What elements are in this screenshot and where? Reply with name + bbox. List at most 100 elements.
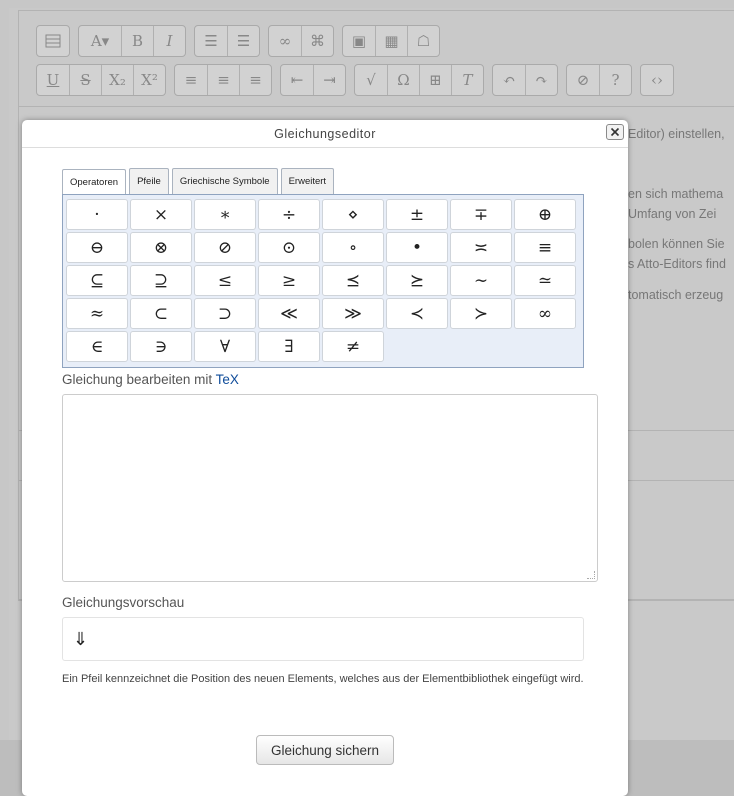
close-icon [610, 127, 620, 137]
outdent-icon[interactable]: ⇤ [281, 65, 313, 95]
toolbar-group: ⇤ ⇥ [280, 64, 346, 96]
equation-icon[interactable]: √ [355, 65, 387, 95]
editor-toolbar: A▾ B I ☰ ☰ ∞ ⌘ ▣ ▦ ☖ U S X₂ X² ≡ ≡ ≡ ⇤ ⇥… [19, 11, 734, 107]
equation-preview: ⇓ [62, 617, 584, 661]
symbol-button[interactable]: ∗ [194, 199, 256, 230]
symbol-button[interactable]: ⊘ [194, 232, 256, 263]
accessibility-icon[interactable]: ⊘ [567, 65, 599, 95]
tab-arrows[interactable]: Pfeile [129, 168, 169, 195]
strikethrough-icon[interactable]: S [69, 65, 101, 95]
special-char-icon[interactable]: Ω [387, 65, 419, 95]
underline-icon[interactable]: U [37, 65, 69, 95]
symbol-button[interactable]: ∓ [450, 199, 512, 230]
resize-handle[interactable] [587, 571, 595, 579]
symbol-button[interactable]: ⊃ [194, 298, 256, 329]
toolbar-group: ⊘ ? [566, 64, 632, 96]
save-equation-button[interactable]: Gleichung sichern [256, 735, 394, 765]
align-center-icon[interactable]: ≡ [207, 65, 239, 95]
tab-greek-symbols[interactable]: Griechische Symbole [171, 168, 278, 195]
toolbar-row-2: U S X₂ X² ≡ ≡ ≡ ⇤ ⇥ √ Ω ⊞ T ↶ ↷ ⊘ ? ‹› [36, 64, 682, 96]
symbol-button[interactable]: ≫ [322, 298, 384, 329]
symbol-button[interactable]: ∈ [66, 331, 128, 362]
align-left-icon[interactable]: ≡ [175, 65, 207, 95]
toolbar-group: ‹› [640, 64, 674, 96]
symbol-button[interactable]: ≍ [450, 232, 512, 263]
toolbar-group: ≡ ≡ ≡ [174, 64, 272, 96]
undo-icon[interactable]: ↶ [493, 65, 525, 95]
italic-icon[interactable]: I [153, 26, 185, 56]
symbol-button[interactable]: ⊆ [66, 265, 128, 296]
symbol-button[interactable]: ≺ [386, 298, 448, 329]
align-right-icon[interactable]: ≡ [239, 65, 271, 95]
symbol-button[interactable]: ⊖ [66, 232, 128, 263]
equation-textarea[interactable] [62, 394, 598, 582]
toolbar-group: ▣ ▦ ☖ [342, 25, 440, 57]
bold-icon[interactable]: B [121, 26, 153, 56]
indent-icon[interactable]: ⇥ [313, 65, 345, 95]
symbol-button[interactable]: ∋ [130, 331, 192, 362]
symbol-button[interactable]: ⋄ [322, 199, 384, 230]
tex-link[interactable]: TeX [216, 372, 239, 387]
equation-editor-dialog: Gleichungseditor Operatoren Pfeile Griec… [22, 120, 628, 796]
edit-equation-label: Gleichung bearbeiten mit TeX [62, 372, 239, 387]
media-icon[interactable]: ▦ [375, 26, 407, 56]
symbol-button[interactable]: ⪰ [386, 265, 448, 296]
font-style-icon[interactable]: A▾ [79, 26, 121, 56]
background-text: s Atto-Editors find [628, 257, 726, 271]
ordered-list-icon[interactable]: ☰ [227, 26, 259, 56]
symbol-tabs: Operatoren Pfeile Griechische Symbole Er… [62, 168, 337, 196]
equation-preview-label: Gleichungsvorschau [62, 595, 185, 610]
background-text: tomatisch erzeug [628, 288, 724, 302]
table-icon[interactable]: ⊞ [419, 65, 451, 95]
symbol-button[interactable]: ⊙ [258, 232, 320, 263]
symbol-button[interactable]: ≻ [450, 298, 512, 329]
help-icon[interactable]: ? [599, 65, 631, 95]
symbol-button[interactable]: ≡ [514, 232, 576, 263]
background-text: Umfang von Zei [628, 207, 717, 221]
unordered-list-icon[interactable]: ☰ [195, 26, 227, 56]
clear-format-icon[interactable]: T [451, 65, 483, 95]
symbol-button[interactable]: ≪ [258, 298, 320, 329]
symbol-button[interactable]: ⊇ [130, 265, 192, 296]
symbol-button[interactable]: ≤ [194, 265, 256, 296]
redo-icon[interactable]: ↷ [525, 65, 557, 95]
symbol-button[interactable]: ≈ [66, 298, 128, 329]
image-icon[interactable]: ▣ [343, 26, 375, 56]
symbol-button[interactable]: ≃ [514, 265, 576, 296]
superscript-icon[interactable]: X² [133, 65, 165, 95]
symbol-button[interactable]: ∀ [194, 331, 256, 362]
symbol-button[interactable]: ÷ [258, 199, 320, 230]
symbol-button[interactable]: ⊗ [130, 232, 192, 263]
symbol-button[interactable]: ⊂ [130, 298, 192, 329]
html-icon[interactable]: ‹› [641, 65, 673, 95]
close-button[interactable] [606, 124, 624, 140]
symbol-button[interactable]: ∼ [450, 265, 512, 296]
toolbar-group: ∞ ⌘ [268, 25, 334, 57]
edit-equation-label-text: Gleichung bearbeiten mit [62, 372, 216, 387]
help-text: Ein Pfeil kennzeichnet die Position des … [62, 673, 584, 685]
symbol-button[interactable]: ∃ [258, 331, 320, 362]
symbol-button[interactable]: ⊕ [514, 199, 576, 230]
symbol-button[interactable]: ∞ [514, 298, 576, 329]
tab-operators[interactable]: Operatoren [62, 169, 127, 196]
link-icon[interactable]: ∞ [269, 26, 301, 56]
table-icon[interactable] [37, 26, 69, 56]
toolbar-group: A▾ B I [78, 25, 186, 57]
symbol-button[interactable]: · [66, 199, 128, 230]
subscript-icon[interactable]: X₂ [101, 65, 133, 95]
symbol-button[interactable]: ⪯ [322, 265, 384, 296]
tab-advanced[interactable]: Erweitert [280, 168, 335, 195]
manage-files-icon[interactable]: ☖ [407, 26, 439, 56]
toolbar-group: ↶ ↷ [492, 64, 558, 96]
background-text: Editor) einstellen, [628, 127, 725, 141]
cursor-arrow-icon: ⇓ [73, 629, 89, 650]
symbol-button[interactable]: ≠ [322, 331, 384, 362]
symbol-button[interactable]: ∘ [322, 232, 384, 263]
symbol-button[interactable]: × [130, 199, 192, 230]
symbol-button[interactable]: • [386, 232, 448, 263]
symbol-button[interactable]: ≥ [258, 265, 320, 296]
toolbar-group: √ Ω ⊞ T [354, 64, 484, 96]
background-text: bolen können Sie [628, 237, 725, 251]
symbol-button[interactable]: ± [386, 199, 448, 230]
unlink-icon[interactable]: ⌘ [301, 26, 333, 56]
